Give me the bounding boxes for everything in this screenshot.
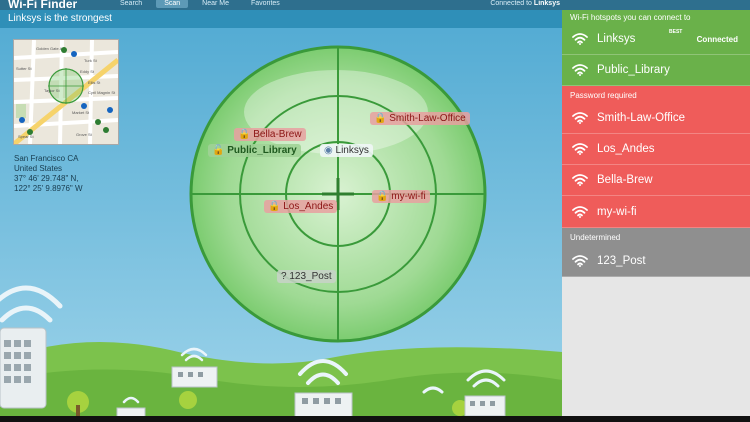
connection-status: Connected to Linksys (490, 0, 560, 7)
strongest-banner: Linksys is the strongest (0, 10, 562, 28)
hotspot-row-bella-brew[interactable]: Bella-Brew (562, 165, 750, 196)
top-bar: Wi-Fi Finder Search Scan Near Me Favorit… (0, 0, 750, 11)
map-street-label: Ellis St (88, 80, 101, 85)
nav-tabs: Search Scan Near Me Favorites (112, 0, 288, 8)
mini-map[interactable]: Turk St Eddy St Golden Gate Ave Ellis St… (13, 39, 119, 145)
unlock-icon: 🔓 (212, 145, 225, 156)
tab-scan[interactable]: Scan (156, 0, 189, 8)
map-street-label: Sutter St (16, 66, 32, 71)
map-street-label: Market St (72, 110, 90, 115)
building-right (422, 369, 506, 417)
building-mid-left (171, 347, 218, 388)
hotspot-row-linksys[interactable]: Linksys BEST Connected (562, 24, 750, 55)
hotspot-row-123-post[interactable]: 123_Post (562, 245, 750, 277)
section-header-password: Password required (570, 91, 637, 100)
radar-network-public-library[interactable]: 🔓 Public_Library (208, 144, 301, 157)
wifi-icon (572, 143, 588, 155)
tab-near-me[interactable]: Near Me (194, 0, 237, 8)
hotspot-row-public-library[interactable]: Public_Library (562, 55, 750, 86)
map-street-label: Grove St (76, 132, 93, 137)
hotspot-panel: Wi-Fi hotspots you can connect to Linksy… (562, 10, 750, 422)
building-left (0, 327, 47, 409)
radar[interactable]: 🔒 Bella-Brew 🔓 Public_Library ◉ Linksys … (188, 44, 488, 344)
hotspot-name: Linksys (597, 33, 636, 45)
map-street-label: Spear St (18, 134, 34, 139)
location-latitude: 37° 46' 29.748" N, (14, 174, 79, 183)
connected-status: Connected (696, 34, 738, 44)
radar-network-linksys[interactable]: ◉ Linksys (320, 144, 373, 157)
tab-favorites[interactable]: Favorites (243, 0, 288, 8)
radar-network-smith-law-office[interactable]: 🔒 Smith-Law-Office (370, 112, 470, 125)
map-street-label: Cyril Magnin St (88, 90, 116, 95)
question-icon: ? (281, 271, 287, 282)
tab-search[interactable]: Search (112, 0, 150, 8)
hotspot-row-my-wi-fi[interactable]: my-wi-fi (562, 196, 750, 228)
hotspot-name: my-wi-fi (597, 205, 637, 218)
bottom-edge (0, 416, 750, 422)
hotspot-name: Los_Andes (597, 143, 655, 155)
location-country: United States (14, 164, 63, 173)
radar-network-123-post[interactable]: ? 123_Post (277, 270, 336, 283)
hotspot-name: Smith-Law-Office (597, 112, 685, 124)
hotspot-row-los-andes[interactable]: Los_Andes (562, 134, 750, 165)
connection-network: Linksys (533, 0, 560, 7)
map-street-label: Turk St (84, 58, 98, 63)
wifi-icon (572, 205, 588, 218)
connection-prefix: Connected to (490, 0, 532, 7)
radar-network-los-andes[interactable]: 🔒 Los_Andes (264, 200, 338, 213)
location-info: San Francisco CA United States 37° 46' 2… (14, 154, 83, 194)
map-street-label: Taylor St (44, 88, 60, 93)
wifi-icon (572, 112, 588, 124)
wifi-icon (572, 64, 588, 76)
hotspot-name: Bella-Brew (597, 174, 653, 186)
section-header-undetermined: Undetermined (570, 233, 621, 242)
building-center (294, 359, 353, 419)
wifi-icon: ◉ (324, 145, 333, 156)
wifi-icon (572, 254, 588, 267)
lock-icon: 🔒 (238, 129, 251, 140)
radar-network-my-wi-fi[interactable]: 🔒 my-wi-fi (372, 190, 430, 203)
wifi-icon (572, 33, 588, 45)
map-street-label: Eddy St (80, 69, 95, 74)
lock-icon: 🔒 (268, 201, 281, 212)
radar-graphic (189, 45, 487, 343)
radar-network-bella-brew[interactable]: 🔒 Bella-Brew (234, 128, 306, 141)
location-city: San Francisco CA (14, 154, 79, 163)
location-longitude: 122° 25' 9.8976" W (14, 184, 83, 193)
section-header-open: Wi-Fi hotspots you can connect to (570, 13, 691, 22)
lock-icon: 🔒 (374, 113, 387, 124)
hotspot-row-smith-law-office[interactable]: Smith-Law-Office (562, 103, 750, 134)
lock-icon: 🔒 (376, 191, 389, 202)
best-badge: BEST (669, 29, 683, 35)
hotspot-name: Public_Library (597, 64, 670, 76)
wifi-icon (572, 174, 588, 186)
hotspot-name: 123_Post (597, 254, 646, 267)
